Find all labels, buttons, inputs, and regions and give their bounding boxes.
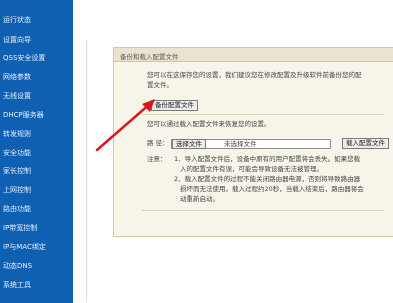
note-line-2: 入的配置文件有误，可能会导致设备无法被管理。 — [180, 165, 323, 173]
sidebar-nav: 运行状态 设置向导 QSS安全设置 网络参数 无线设置 DHCP服务器 转发规则… — [0, 0, 73, 303]
file-path-field[interactable]: 选择文件 未选择文件 — [171, 139, 331, 149]
note-line-1: 1、导入配置文件后，设备中原有的用户配置将会丢失。如果您载 — [174, 155, 361, 163]
sidebar-item-setup-wizard[interactable]: 设置向导 — [3, 36, 31, 45]
bottom-divider — [142, 210, 384, 211]
sidebar-item-dhcp[interactable]: DHCP服务器 — [3, 111, 44, 120]
sidebar-item-ip-mac[interactable]: IP与MAC绑定 — [3, 243, 46, 252]
sidebar-item-status[interactable]: 运行状态 — [3, 16, 31, 25]
no-file-text: 未选择文件 — [224, 140, 257, 148]
sidebar-item-wireless[interactable]: 无线设置 — [3, 92, 31, 101]
intro-line-2: 置文件。 — [147, 81, 173, 89]
sidebar-item-forwarding[interactable]: 转发规则 — [3, 130, 31, 139]
sidebar-item-ddns[interactable]: 动态DNS — [3, 262, 32, 271]
note-line-5: 动重新启动。 — [180, 195, 219, 203]
sidebar-item-system-tools[interactable]: 系统工具 — [3, 281, 31, 290]
sidebar-item-bandwidth[interactable]: IP带宽控制 — [3, 224, 37, 233]
sidebar-item-security[interactable]: 安全功能 — [3, 149, 31, 158]
sidebar-item-network[interactable]: 网络参数 — [3, 73, 31, 82]
note-line-4: 损坏而无法使用。载入过程约20秒，当载入结束后，路由器将会 — [180, 185, 364, 193]
note-label: 注意： — [147, 155, 167, 163]
panel-header: 备份和载入配置文件 — [114, 48, 393, 62]
choose-file-button[interactable]: 选择文件 — [172, 139, 206, 149]
panel-title: 备份和载入配置文件 — [120, 53, 179, 61]
sidebar-item-access-control[interactable]: 上网控制 — [3, 186, 31, 195]
annotation-arrow-icon — [95, 99, 155, 152]
load-config-button[interactable]: 载入配置文件 — [342, 138, 389, 149]
intro-line-1: 您可以在这保存您的设置，我们建议您在修改配置及升级软件前备份您的配 — [147, 71, 362, 79]
sidebar-item-routing[interactable]: 路由功能 — [3, 205, 31, 214]
sidebar-item-qss[interactable]: QSS安全设置 — [3, 54, 45, 63]
content-rail — [86, 40, 87, 300]
section-divider — [142, 114, 384, 115]
load-hint: 您可以通过载入配置文件来恢复您的设置。 — [147, 120, 271, 128]
sidebar-item-parental[interactable]: 家长控制 — [3, 167, 31, 176]
note-line-3: 2、载入配置文件的过程不能关闭路由器电源，否则将导致路由器 — [174, 175, 361, 183]
